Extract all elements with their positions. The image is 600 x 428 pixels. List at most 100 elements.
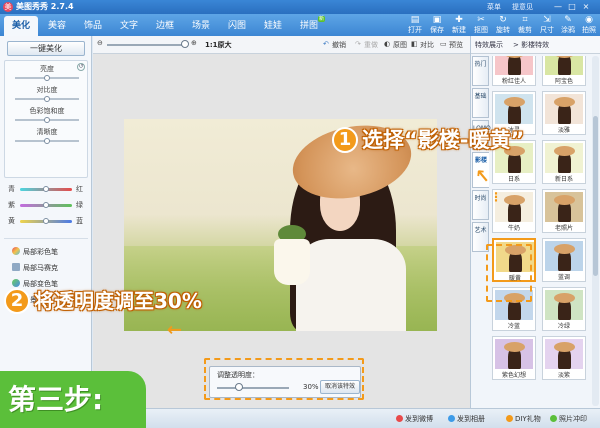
new-icon: ✚	[455, 15, 463, 25]
contrast-knob[interactable]	[44, 96, 50, 102]
basic-adjust-box: ↺ 亮度 对比度 色彩饱和度 清晰度	[4, 60, 88, 178]
menu-link[interactable]: 菜单	[487, 2, 501, 12]
right-panel: 特效展示 > 影楼特效 热门 基础 LOMO 影楼 时尚 艺术 粉红佳人 阿宝色冰…	[470, 36, 600, 408]
effect-thumb[interactable]: 老照片	[542, 189, 586, 233]
magenta-green-knob[interactable]	[43, 202, 49, 208]
feedback-link[interactable]: 提意见	[512, 2, 533, 12]
tab-popular[interactable]: 热门	[472, 56, 489, 86]
tab-collage[interactable]: 拼图 新	[292, 16, 326, 36]
tab-doll[interactable]: 娃娃	[256, 16, 290, 36]
cyan-red-knob[interactable]	[43, 186, 49, 192]
brush-icon: ✎	[564, 15, 572, 25]
step-badge: 第三步:	[0, 371, 146, 428]
new-label: 新建	[452, 26, 466, 34]
open-button[interactable]: ▤ 打开	[404, 15, 426, 36]
tab-flash[interactable]: 闪图	[220, 16, 254, 36]
undo-button[interactable]: 撤销	[332, 40, 346, 50]
cyan-label: 青	[8, 185, 15, 193]
effect-thumb[interactable]: 紫色幻想	[492, 336, 536, 380]
minimize-button[interactable]: —	[553, 2, 563, 11]
magenta-green-slider[interactable]	[20, 202, 72, 208]
close-button[interactable]: ×	[581, 2, 591, 11]
share-album-button[interactable]: 发到相册	[448, 414, 485, 424]
zoom-knob[interactable]	[181, 40, 189, 48]
photo-print-button[interactable]: 照片冲印	[550, 414, 587, 424]
tab-scene[interactable]: 场景	[184, 16, 218, 36]
yellow-blue-slider[interactable]	[20, 218, 72, 224]
resize-label: 尺寸	[540, 26, 554, 34]
tab-beauty[interactable]: 美容	[40, 16, 74, 36]
effect-thumb[interactable]: 粉红佳人	[492, 56, 536, 86]
main-tab-row: 美化 美容 饰品 文字 边框 场景 闪图 娃娃 拼图 新 ▤ 打开 ▣ 保存 ✚…	[0, 14, 600, 36]
tab-beautify[interactable]: 美化	[4, 16, 38, 36]
brightness-knob[interactable]	[44, 75, 50, 81]
effect-thumb-label: 粉红佳人	[501, 78, 526, 85]
callout-2-number: 2	[4, 288, 30, 314]
brush-button[interactable]: ✎ 涂鸦	[557, 15, 579, 36]
effects-scrollbar[interactable]	[592, 56, 599, 406]
cyan-red-slider[interactable]	[20, 186, 72, 192]
sharpness-knob[interactable]	[44, 138, 50, 144]
original-button[interactable]: 原图	[393, 40, 407, 50]
resize-button[interactable]: ⇲ 尺寸	[536, 15, 558, 36]
diy-gift-button[interactable]: DIY礼物	[506, 414, 541, 424]
rotate-label: 旋转	[496, 26, 510, 34]
tab-frame[interactable]: 边框	[148, 16, 182, 36]
local-mosaic-button[interactable]: 局部马赛克	[12, 263, 58, 273]
contrast-slider[interactable]	[15, 96, 79, 102]
photo-cup	[274, 239, 310, 285]
effect-thumb[interactable]: 阿宝色	[542, 56, 586, 86]
effect-thumb-label: 新日系	[554, 176, 573, 183]
tab-accessories[interactable]: 饰品	[76, 16, 110, 36]
gift-icon	[506, 415, 513, 422]
effects-scroll-thumb[interactable]	[593, 116, 598, 276]
rotate-button[interactable]: ↻ 旋转	[492, 15, 514, 36]
thumb-hat	[554, 195, 575, 205]
saturation-slider[interactable]	[15, 117, 79, 123]
effect-category-tabs: 热门 基础 LOMO 影楼 时尚 艺术	[471, 56, 491, 408]
tab-basic[interactable]: 基础	[472, 88, 489, 118]
local-color-pen-button[interactable]: 局部彩色笔	[12, 247, 58, 257]
effect-thumb-image	[495, 339, 533, 369]
cutout-button[interactable]: ✂ 抠图	[470, 15, 492, 36]
effect-thumb[interactable]: 淡紫	[542, 336, 586, 380]
maximize-button[interactable]: □	[567, 2, 577, 11]
saturation-label: 色彩饱和度	[29, 107, 65, 115]
crop-button[interactable]: ⌗ 裁剪	[514, 15, 536, 36]
diy-gift-label: DIY礼物	[515, 415, 541, 423]
title-bar: 美 美图秀秀 2.7.4 菜单 提意见 — □ ×	[0, 0, 600, 14]
new-button[interactable]: ✚ 新建	[448, 15, 470, 36]
callout-1-text: 选择“影楼-暖黄”	[362, 128, 525, 152]
brightness-slider[interactable]	[15, 75, 79, 81]
effect-thumb-label: 阿宝色	[554, 78, 573, 85]
camera-label: 拍照	[582, 26, 596, 34]
actual-size-button[interactable]: 1:1原大	[205, 40, 232, 50]
undo-icon: ↶	[323, 40, 329, 48]
effect-thumb-label: 蓝调	[557, 274, 570, 281]
camera-icon: ◉	[585, 15, 593, 25]
preview-button[interactable]: 预览	[449, 40, 463, 50]
share-weibo-button[interactable]: 发到微博	[396, 414, 433, 424]
brush-label: 涂鸦	[561, 26, 575, 34]
one-key-beautify-button[interactable]: 一键美化	[7, 41, 85, 56]
zoom-in-icon[interactable]: ⊕	[191, 39, 197, 47]
effect-thumb[interactable]: 淡雅	[542, 91, 586, 135]
effect-thumb[interactable]: 蓝调	[542, 238, 586, 282]
thumb-hat	[554, 146, 575, 156]
effect-thumb[interactable]: 新日系	[542, 140, 586, 184]
save-button[interactable]: ▣ 保存	[426, 15, 448, 36]
camera-button[interactable]: ◉ 拍照	[578, 15, 600, 36]
sharpness-slider[interactable]	[15, 138, 79, 144]
thumb-hat	[504, 195, 525, 205]
tab-fashion[interactable]: 时尚	[472, 190, 489, 220]
saturation-knob[interactable]	[44, 117, 50, 123]
yellow-blue-knob[interactable]	[43, 218, 49, 224]
effect-thumb-label: 紫色幻想	[501, 372, 526, 379]
redo-button[interactable]: 重做	[364, 40, 378, 50]
contrast-label: 对比度	[36, 86, 58, 94]
tab-text[interactable]: 文字	[112, 16, 146, 36]
zoom-out-icon[interactable]: ⊖	[97, 39, 103, 47]
compare-button[interactable]: 对比	[420, 40, 434, 50]
zoom-slider[interactable]	[107, 44, 183, 46]
effect-thumb[interactable]: 冷绿	[542, 287, 586, 331]
